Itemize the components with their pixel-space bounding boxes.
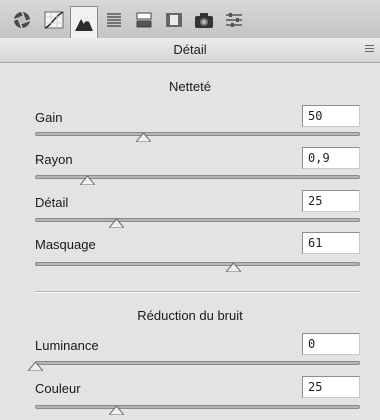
tab-split-toning[interactable]: [130, 6, 158, 34]
tab-hsl[interactable]: [100, 6, 128, 34]
section-divider: [35, 291, 360, 293]
tone-curve-icon: [44, 11, 64, 29]
tab-tone-curve[interactable]: [40, 6, 68, 34]
luminance-slider-thumb[interactable]: [28, 362, 43, 371]
gain-slider-thumb[interactable]: [136, 133, 152, 142]
color-label: Couleur: [35, 381, 81, 396]
gain-label: Gain: [35, 110, 63, 125]
detail-slider-thumb[interactable]: [109, 219, 125, 228]
color-slider-track[interactable]: [35, 405, 360, 409]
luminance-input[interactable]: 0: [302, 333, 360, 355]
panel-title: Détail: [173, 42, 207, 57]
detail-mountains-icon: [75, 16, 93, 31]
hsl-lines-icon: [107, 13, 121, 27]
luminance-label: Luminance: [35, 338, 99, 353]
detail-panel: Netteté Gain 50 Rayon 0,9 Détail 25 Masq…: [0, 63, 380, 420]
masking-label: Masquage: [35, 237, 96, 252]
masking-input[interactable]: 61: [302, 232, 360, 254]
panel-menu-icon[interactable]: [365, 45, 374, 54]
split-toning-icon: [136, 12, 152, 28]
tab-lens-corrections[interactable]: [160, 6, 188, 34]
camera-icon: [195, 13, 213, 28]
radius-input[interactable]: 0,9: [302, 147, 360, 169]
detail-input[interactable]: 25: [302, 190, 360, 212]
lens-corrections-icon: [166, 13, 182, 27]
luminance-slider-track[interactable]: [35, 361, 360, 365]
panel-tab-bar: [0, 0, 380, 39]
panel-header: Détail: [0, 38, 380, 63]
tab-detail[interactable]: [70, 6, 98, 38]
color-slider-thumb[interactable]: [109, 406, 125, 415]
detail-slider-track[interactable]: [35, 218, 360, 222]
tab-camera-calibration[interactable]: [190, 6, 218, 34]
masking-slider-track[interactable]: [35, 262, 360, 266]
presets-sliders-icon: [226, 13, 242, 27]
tab-presets[interactable]: [220, 6, 248, 34]
noise-reduction-title: Réduction du bruit: [137, 308, 243, 323]
sharpening-title: Netteté: [169, 79, 211, 94]
radius-label: Rayon: [35, 152, 73, 167]
masking-slider-thumb[interactable]: [226, 263, 242, 272]
gain-input[interactable]: 50: [302, 105, 360, 127]
tab-basic[interactable]: [8, 6, 36, 34]
gain-slider-track[interactable]: [35, 132, 360, 136]
color-input[interactable]: 25: [302, 376, 360, 398]
aperture-icon: [13, 11, 31, 29]
detail-label: Détail: [35, 195, 69, 210]
radius-slider-thumb[interactable]: [80, 176, 95, 185]
